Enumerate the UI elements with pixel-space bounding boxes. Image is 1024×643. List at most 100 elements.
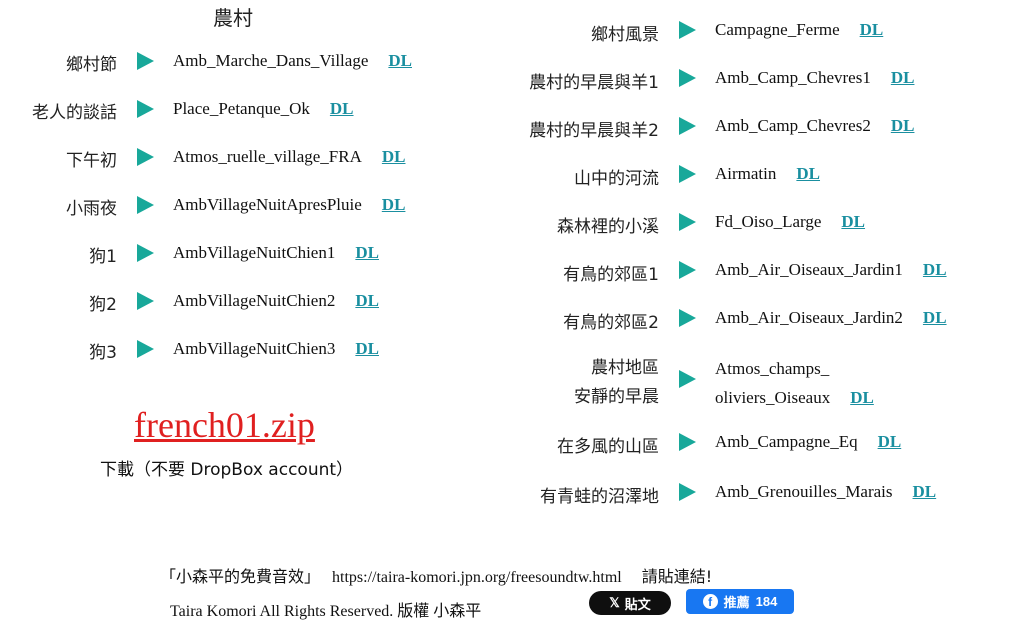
- file-name: Atmos_ruelle_village_FRA: [173, 147, 362, 166]
- facebook-like-count: 184: [755, 594, 778, 609]
- item-label: 狗1: [89, 247, 117, 267]
- file-name: Amb_Camp_Chevres1: [715, 68, 871, 87]
- download-link[interactable]: DL: [388, 51, 412, 70]
- play-arrow-icon: [137, 340, 154, 358]
- download-link[interactable]: DL: [860, 20, 884, 39]
- x-logo-icon: 𝕏: [609, 595, 620, 610]
- file-name-line1: Atmos_champs_: [715, 359, 830, 378]
- sound-file-row: AmbVillageNuitChien2 DL: [173, 291, 379, 311]
- sound-file-row: AmbVillageNuitApresPluie DL: [173, 195, 405, 215]
- link-request: 請貼連結!: [641, 567, 713, 586]
- sound-file-row: Place_Petanque_Ok DL: [173, 99, 354, 119]
- item-label: 狗3: [89, 343, 117, 363]
- copyright: Taira Komori All Rights Reserved. 版權 小森平: [170, 603, 482, 620]
- sound-file-row: Amb_Marche_Dans_Village DL: [173, 51, 412, 71]
- item-label: 小雨夜: [66, 199, 117, 219]
- play-arrow-icon: [679, 21, 696, 39]
- file-name: Amb_Campagne_Eq: [715, 432, 858, 451]
- item-label: 森林裡的小溪: [557, 217, 659, 237]
- play-arrow-icon: [679, 483, 696, 501]
- sound-file-row: Atmos_champs_ oliviers_Oiseaux DL: [715, 354, 874, 412]
- sound-file-row: AmbVillageNuitChien3 DL: [173, 339, 379, 359]
- item-label: 有鳥的郊區2: [563, 313, 659, 333]
- item-label-line2: 安靜的早晨: [574, 387, 659, 407]
- x-post-label: 貼文: [624, 597, 651, 613]
- item-label: 下午初: [66, 151, 117, 171]
- play-arrow-icon: [679, 261, 696, 279]
- sound-file-row: Amb_Camp_Chevres1 DL: [715, 68, 914, 88]
- file-name: Amb_Marche_Dans_Village: [173, 51, 369, 70]
- item-label: 農村的早晨與羊1: [529, 73, 659, 93]
- sound-file-row: Atmos_ruelle_village_FRA DL: [173, 147, 406, 167]
- download-link[interactable]: DL: [355, 339, 379, 358]
- section-title: 農村: [213, 6, 253, 30]
- play-arrow-icon: [137, 148, 154, 166]
- file-name: Airmatin: [715, 164, 777, 183]
- play-arrow-icon: [679, 309, 696, 327]
- download-link[interactable]: DL: [913, 482, 937, 501]
- play-arrow-icon: [679, 117, 696, 135]
- download-link[interactable]: DL: [382, 195, 406, 214]
- play-arrow-icon: [137, 292, 154, 310]
- zip-download-link[interactable]: french01.zip: [134, 404, 315, 446]
- download-link[interactable]: DL: [796, 164, 820, 183]
- play-arrow-icon: [679, 69, 696, 87]
- file-name: Campagne_Ferme: [715, 20, 840, 39]
- play-arrow-icon: [679, 165, 696, 183]
- play-arrow-icon: [679, 370, 696, 388]
- zip-download-note: 下載（不要 DropBox account）: [100, 460, 354, 480]
- download-link[interactable]: DL: [923, 260, 947, 279]
- credit-url: https://taira-komori.jpn.org/freesoundtw…: [332, 569, 622, 586]
- facebook-like-button[interactable]: f 推薦 184: [686, 589, 794, 614]
- sound-file-row: Amb_Air_Oiseaux_Jardin1 DL: [715, 260, 947, 280]
- item-label-multiline: 農村地區安靜的早晨: [574, 354, 659, 412]
- item-label: 老人的談話: [32, 103, 117, 123]
- facebook-like-label: 推薦: [723, 596, 750, 611]
- download-link[interactable]: DL: [330, 99, 354, 118]
- item-label: 鄉村節: [66, 55, 117, 75]
- file-name: AmbVillageNuitChien1: [173, 243, 336, 262]
- x-post-button[interactable]: 𝕏 貼文: [589, 591, 671, 615]
- file-name: Amb_Grenouilles_Marais: [715, 482, 893, 501]
- sound-file-row: Amb_Camp_Chevres2 DL: [715, 116, 914, 136]
- play-arrow-icon: [679, 213, 696, 231]
- item-label: 鄉村風景: [591, 25, 659, 45]
- item-label-line1: 農村地區: [591, 358, 659, 378]
- file-name: Amb_Camp_Chevres2: [715, 116, 871, 135]
- item-label: 有鳥的郊區1: [563, 265, 659, 285]
- download-link[interactable]: DL: [355, 291, 379, 310]
- download-link[interactable]: DL: [891, 116, 915, 135]
- file-name-line2: oliviers_Oiseaux: [715, 388, 831, 407]
- sound-file-row: Campagne_Ferme DL: [715, 20, 883, 40]
- sound-file-row: Fd_Oiso_Large DL: [715, 212, 865, 232]
- sound-file-row: Amb_Air_Oiseaux_Jardin2 DL: [715, 308, 947, 328]
- play-arrow-icon: [679, 433, 696, 451]
- facebook-icon: f: [702, 594, 718, 609]
- sound-file-row: Amb_Grenouilles_Marais DL: [715, 482, 936, 502]
- sound-file-row: Airmatin DL: [715, 164, 820, 184]
- play-arrow-icon: [137, 52, 154, 70]
- download-link[interactable]: DL: [382, 147, 406, 166]
- file-name: Fd_Oiso_Large: [715, 212, 822, 231]
- file-name: Amb_Air_Oiseaux_Jardin1: [715, 260, 903, 279]
- item-label: 農村的早晨與羊2: [529, 121, 659, 141]
- download-link[interactable]: DL: [850, 388, 874, 407]
- play-arrow-icon: [137, 244, 154, 262]
- item-label: 狗2: [89, 295, 117, 315]
- sound-file-row: AmbVillageNuitChien1 DL: [173, 243, 379, 263]
- file-name: AmbVillageNuitChien2: [173, 291, 336, 310]
- download-link[interactable]: DL: [891, 68, 915, 87]
- item-label: 山中的河流: [574, 169, 659, 189]
- credit-name: 「小森平的免費音效」: [160, 567, 321, 586]
- file-name: Place_Petanque_Ok: [173, 99, 310, 118]
- play-arrow-icon: [137, 100, 154, 118]
- sound-file-row: Amb_Campagne_Eq DL: [715, 432, 901, 452]
- download-link[interactable]: DL: [878, 432, 902, 451]
- download-link[interactable]: DL: [923, 308, 947, 327]
- item-label: 有青蛙的沼澤地: [540, 487, 659, 507]
- file-name: Amb_Air_Oiseaux_Jardin2: [715, 308, 903, 327]
- file-name: AmbVillageNuitApresPluie: [173, 195, 362, 214]
- item-label: 在多風的山區: [557, 437, 659, 457]
- download-link[interactable]: DL: [355, 243, 379, 262]
- download-link[interactable]: DL: [841, 212, 865, 231]
